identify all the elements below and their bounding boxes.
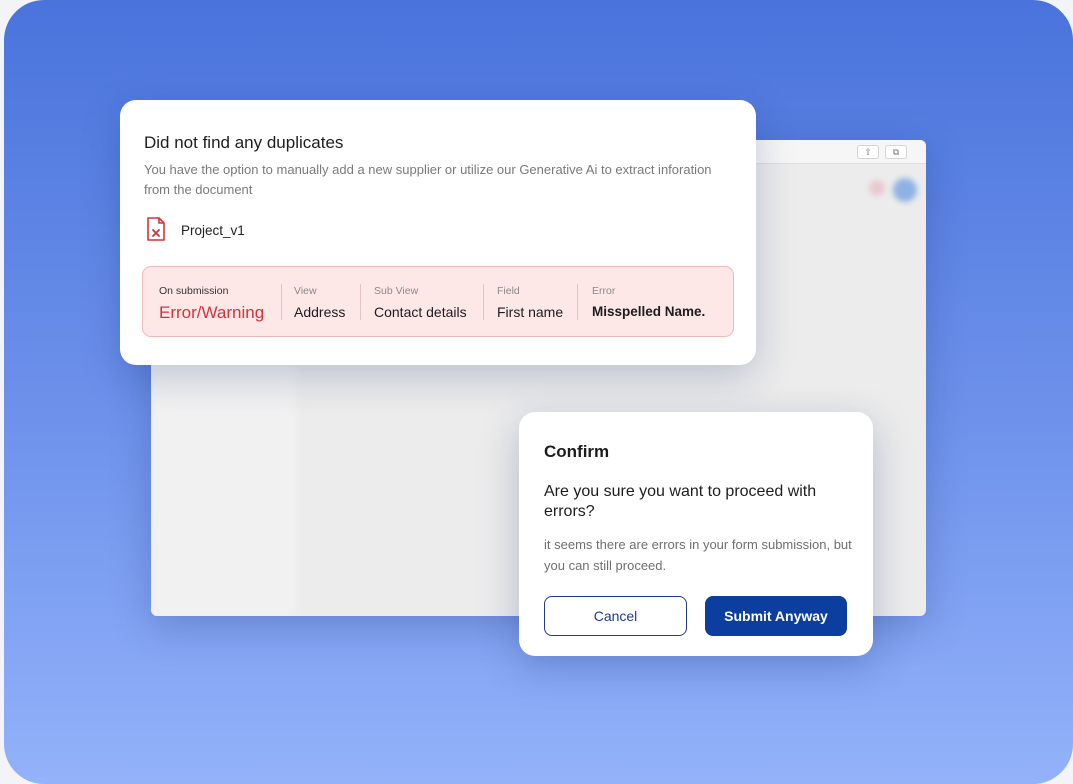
blurred-notification-icon bbox=[869, 180, 885, 196]
confirm-dialog: Confirm Are you sure you want to proceed… bbox=[519, 412, 873, 656]
error-value: Misspelled Name. bbox=[592, 304, 706, 319]
submit-anyway-button[interactable]: Submit Anyway bbox=[705, 596, 847, 636]
confirm-question: Are you sure you want to proceed with er… bbox=[544, 483, 817, 520]
cancel-button[interactable]: Cancel bbox=[544, 596, 687, 636]
view-value: Address bbox=[294, 304, 346, 320]
duplicates-card: Did not find any duplicates You have the… bbox=[120, 100, 756, 365]
view-label: View bbox=[294, 285, 317, 297]
confirm-title: Confirm bbox=[544, 442, 610, 461]
field-label: Field bbox=[497, 285, 520, 297]
confirm-description: it seems there are errors in your form s… bbox=[544, 537, 852, 573]
divider bbox=[577, 284, 578, 320]
blurred-avatar bbox=[893, 178, 917, 202]
background-stage: ⇧ ⧉ Did not find any duplicates You have… bbox=[4, 0, 1073, 784]
error-summary-row: On submission Error/Warning View Address… bbox=[142, 266, 734, 337]
divider bbox=[360, 284, 361, 320]
divider bbox=[281, 284, 282, 320]
duplicates-description: You have the option to manually add a ne… bbox=[144, 162, 712, 197]
duplicates-title: Did not find any duplicates bbox=[144, 133, 344, 152]
file-name[interactable]: Project_v1 bbox=[181, 223, 245, 238]
on-submission-value: Error/Warning bbox=[159, 303, 265, 322]
field-value: First name bbox=[497, 304, 564, 320]
duplicate-icon[interactable]: ⧉ bbox=[885, 145, 907, 159]
on-submission-label: On submission bbox=[159, 285, 229, 297]
share-icon[interactable]: ⇧ bbox=[857, 145, 879, 159]
divider bbox=[483, 284, 484, 320]
sub-view-label: Sub View bbox=[374, 285, 419, 297]
file-error-icon bbox=[147, 217, 165, 241]
sub-view-value: Contact details bbox=[374, 304, 467, 320]
error-label: Error bbox=[592, 285, 616, 297]
